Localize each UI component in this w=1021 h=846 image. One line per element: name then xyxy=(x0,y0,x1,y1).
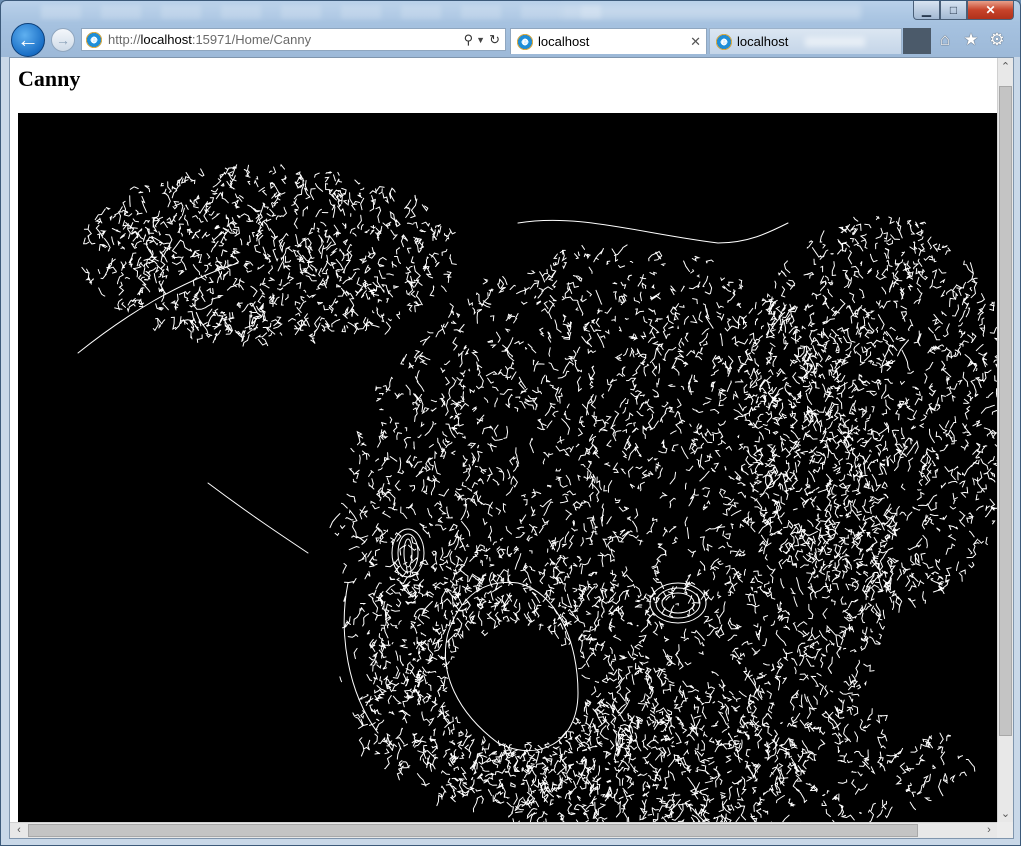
canny-edge-image xyxy=(18,113,998,823)
star-icon[interactable]: ★ xyxy=(962,30,980,50)
ie-logo-icon: e xyxy=(716,33,732,50)
eye-outline xyxy=(397,533,419,573)
ie-logo-icon: e xyxy=(86,31,102,48)
url-path: :15971/Home/Canny xyxy=(191,32,312,47)
eye-outline xyxy=(391,528,425,578)
title-bar-search-blurred xyxy=(561,5,861,19)
title-bar-text-blurred xyxy=(41,5,601,19)
minimize-button[interactable]: ▁ xyxy=(913,1,940,20)
address-bar[interactable]: e http://localhost:15971/Home/Canny ⚲ ▼ … xyxy=(81,28,506,51)
ie-logo-icon: e xyxy=(517,33,533,50)
maximize-button[interactable]: □ xyxy=(940,1,967,20)
fur-edges xyxy=(81,163,998,823)
eye-outline xyxy=(661,592,695,614)
eye-outline xyxy=(403,538,413,568)
page-viewport: Canny ⌃ ⌄ ‹ › xyxy=(9,57,1014,839)
tab-label: localhost xyxy=(538,34,590,49)
vertical-scrollbar[interactable]: ⌃ ⌄ xyxy=(997,58,1013,823)
scroll-left-icon[interactable]: ‹ xyxy=(10,823,28,838)
tab-label: localhost xyxy=(737,34,789,49)
maximize-icon: □ xyxy=(949,3,958,17)
search-icon[interactable]: ⚲ xyxy=(464,32,474,48)
page-title: Canny xyxy=(18,66,81,91)
contour-edge xyxy=(207,482,309,554)
address-dropdown-icon[interactable]: ▼ xyxy=(476,35,485,45)
forward-arrow-icon: → xyxy=(56,32,70,48)
close-tab-icon[interactable]: ✕ xyxy=(690,34,701,50)
contour-edge xyxy=(517,219,789,244)
horizontal-scrollbar[interactable]: ‹ › xyxy=(10,822,998,838)
scroll-up-icon[interactable]: ⌃ xyxy=(998,58,1013,76)
browser-window: ▁ □ ✕ ← → e http://localhost:15971/Home/… xyxy=(0,0,1021,846)
back-arrow-icon: ← xyxy=(17,27,39,52)
new-tab-button[interactable] xyxy=(903,28,931,54)
url-scheme: http:// xyxy=(108,32,141,47)
nose-outline xyxy=(444,581,579,752)
tab-localhost-active[interactable]: e localhost ✕ xyxy=(510,28,707,54)
close-window-button[interactable]: ✕ xyxy=(967,1,1014,20)
close-icon: ✕ xyxy=(985,3,996,17)
address-url[interactable]: http://localhost:15971/Home/Canny xyxy=(108,32,311,47)
command-icons: ⌂ ★ ⚙ xyxy=(936,30,1006,50)
scrollbar-corner xyxy=(997,822,1013,838)
minimize-icon: ▁ xyxy=(921,3,932,17)
scroll-down-icon[interactable]: ⌄ xyxy=(998,805,1013,823)
scroll-right-icon[interactable]: › xyxy=(980,823,998,838)
url-host: localhost xyxy=(140,32,192,47)
horizontal-scroll-thumb[interactable] xyxy=(28,824,918,837)
vertical-scroll-thumb[interactable] xyxy=(999,86,1012,736)
home-icon[interactable]: ⌂ xyxy=(936,30,954,50)
canny-edge-drawing xyxy=(77,163,998,823)
back-button[interactable]: ← xyxy=(11,23,45,57)
tab-ghost-text xyxy=(805,37,865,47)
refresh-icon[interactable]: ↻ xyxy=(489,32,500,48)
tab-localhost-inactive[interactable]: e localhost xyxy=(709,28,902,54)
forward-button[interactable]: → xyxy=(51,28,75,52)
gear-icon[interactable]: ⚙ xyxy=(988,30,1006,50)
window-controls: ▁ □ ✕ xyxy=(913,1,1014,20)
